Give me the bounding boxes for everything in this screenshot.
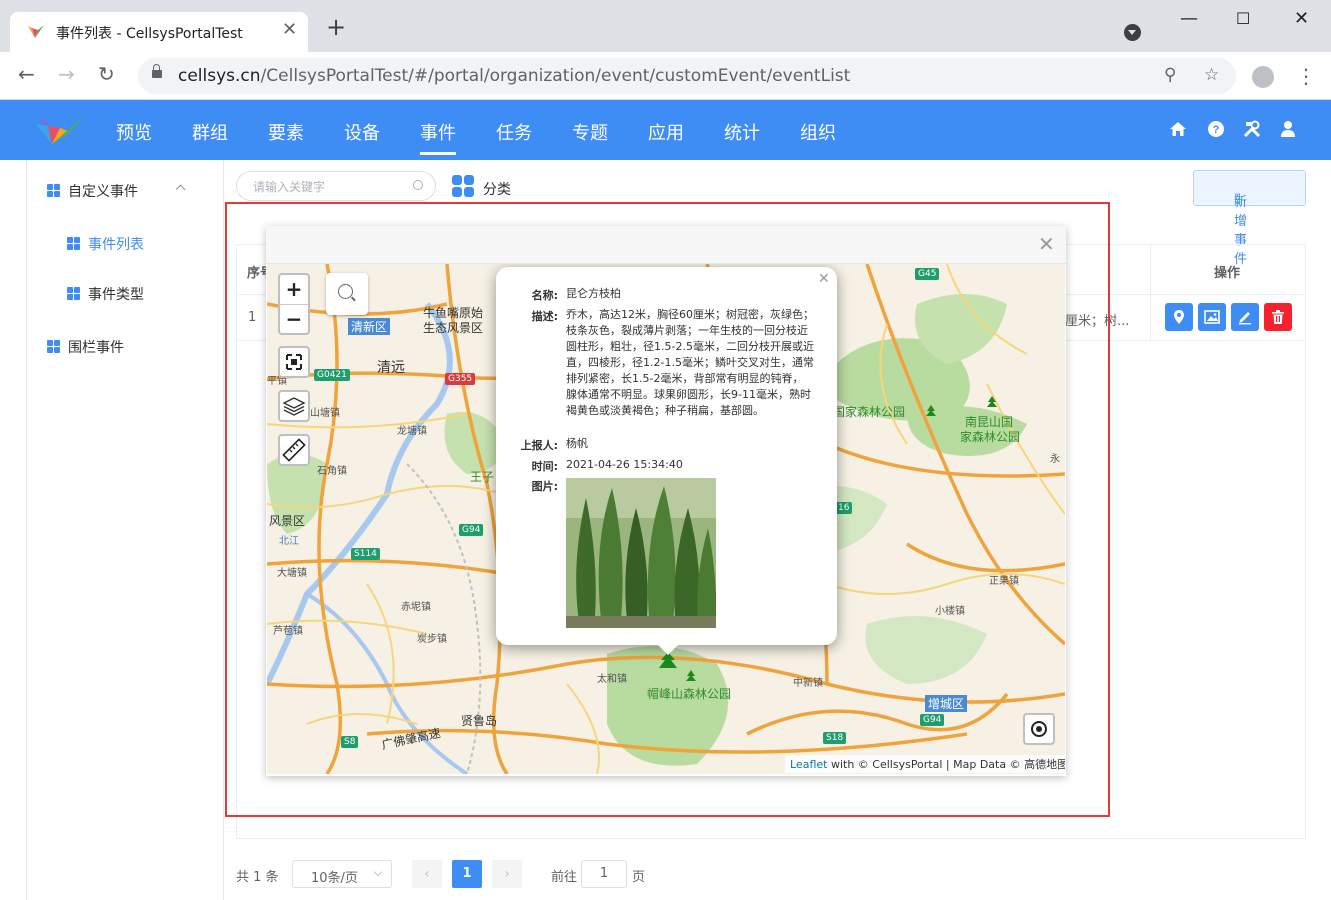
grid-icon [67,287,80,300]
chevron-down-icon [373,867,383,877]
page-size-select[interactable]: 10条/页 [292,860,392,888]
app-logo [36,116,84,144]
back-icon[interactable]: ← [18,62,35,86]
edit-icon [1239,312,1251,325]
address-bar-row: ← → ↻ cellsys.cn/CellsysPortalTest/#/por… [0,52,1331,100]
reload-icon[interactable]: ↻ [98,62,115,86]
browser-menu-icon[interactable]: ⋮ [1296,64,1316,88]
maximize-icon[interactable]: ☐ [1236,9,1250,28]
new-tab-icon[interactable]: + [326,15,346,39]
locate-button[interactable] [1165,303,1193,331]
view-image-button[interactable] [1198,303,1226,331]
forward-icon[interactable]: → [58,62,75,86]
add-event-button[interactable]: ▯ 新增事件 [1193,170,1306,267]
nav-item-topics[interactable]: 专题 [572,119,608,145]
account-avatar-icon[interactable] [1252,66,1274,88]
grid-icon [47,184,60,197]
trash-icon [1272,310,1284,324]
nav-item-tasks[interactable]: 任务 [496,119,532,145]
user-icon[interactable] [1280,120,1296,138]
svg-text:?: ? [1213,124,1220,136]
tab-close-icon[interactable]: ✕ [282,19,297,40]
nav-item-apps[interactable]: 应用 [648,119,684,145]
chevron-up-icon[interactable] [175,184,186,195]
search-placeholder: 请输入关键字 [253,180,326,194]
browser-tab-strip: 事件列表 - CellsysPortalTest ✕ + — ☐ ✕ [0,0,1331,52]
grid-icon [67,237,80,250]
home-icon[interactable] [1169,120,1187,138]
sidebar-group-custom-events[interactable]: 自定义事件 [47,181,138,201]
app-header: 预览 群组 要素 设备 事件 任务 专题 应用 统计 组织 ? [0,100,1331,160]
page-number-current[interactable]: 1 [452,860,482,888]
sidebar: 自定义事件 事件列表 事件类型 围栏事件 [26,160,224,900]
goto-label: 前往 [551,870,578,885]
prev-page-button[interactable]: ‹ [412,860,442,888]
tools-icon[interactable] [1243,120,1261,138]
omnibox[interactable]: cellsys.cn/CellsysPortalTest/#/portal/or… [138,58,1236,94]
goto-page-input[interactable]: 1 [581,860,627,888]
tab-search-icon[interactable] [1124,24,1141,41]
nav-item-stats[interactable]: 统计 [724,119,760,145]
sidebar-item-event-list[interactable]: 事件列表 [67,234,144,254]
nav-item-devices[interactable]: 设备 [344,119,380,145]
category-icon[interactable] [452,175,474,197]
ops-column-divider [1150,245,1151,341]
search-icon[interactable] [413,180,423,190]
bookmark-star-icon[interactable]: ☆ [1204,65,1219,85]
help-icon[interactable]: ? [1207,120,1225,138]
grid-icon [47,340,60,353]
edit-button[interactable] [1231,303,1259,331]
nav-item-elements[interactable]: 要素 [268,119,304,145]
nav-item-groups[interactable]: 群组 [192,119,228,145]
site-favicon-icon [28,25,44,38]
sidebar-group-fence-events[interactable]: 围栏事件 [47,337,124,357]
image-icon [1204,310,1220,324]
nav-item-org[interactable]: 组织 [800,119,836,145]
lock-icon [152,64,162,78]
search-input[interactable]: 请输入关键字 [236,171,436,201]
page-unit-label: 页 [632,870,646,885]
category-label[interactable]: 分类 [483,179,511,199]
page-size-value: 10条/页 [311,871,358,886]
close-window-icon[interactable]: ✕ [1294,8,1309,29]
url-text[interactable]: cellsys.cn/CellsysPortalTest/#/portal/or… [178,66,850,86]
nav-item-events[interactable]: 事件 [420,119,456,155]
browser-tab-title: 事件列表 - CellsysPortalTest [56,26,243,42]
delete-button[interactable] [1264,303,1292,331]
nav-item-overview[interactable]: 预览 [116,119,152,145]
map-pin-icon [1174,310,1184,324]
zoom-icon[interactable]: ⚲ [1164,65,1176,85]
browser-tab[interactable]: 事件列表 - CellsysPortalTest ✕ [10,12,308,52]
next-page-button[interactable]: › [492,860,522,888]
sidebar-item-event-types[interactable]: 事件类型 [67,284,144,304]
pagination-total: 共 1 条 [236,870,279,885]
col-ops-header: 操作 [1214,266,1241,281]
highlight-box [225,202,1110,817]
minimize-icon[interactable]: — [1180,8,1198,29]
